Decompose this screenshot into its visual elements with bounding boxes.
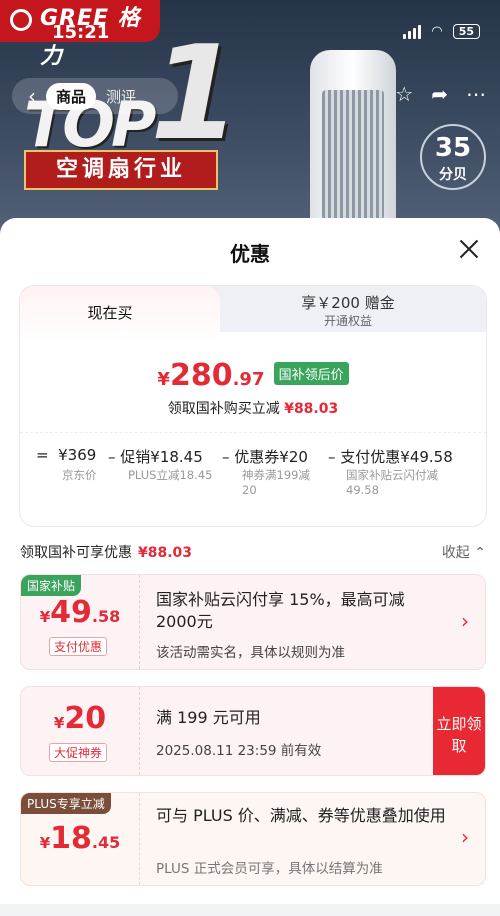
decibel-unit: 分贝 bbox=[439, 167, 467, 183]
final-price-dec: .97 bbox=[232, 369, 265, 390]
section-amount: ¥88.03 bbox=[138, 545, 193, 561]
coupon-card: ¥20 大促神券 满 199 元可用 2025.08.11 23:59 前有效 … bbox=[20, 686, 486, 776]
card-amount-area: 国家补贴 ¥49.58 支付优惠 bbox=[21, 575, 139, 669]
share-icon[interactable]: ➦ bbox=[431, 82, 448, 106]
breakdown-label: 京东价 bbox=[62, 468, 97, 482]
card-amount: ¥20 bbox=[53, 701, 107, 736]
card-title: 可与 PLUS 价、满减、券等优惠叠加使用 bbox=[156, 806, 446, 825]
price-breakdown: = ¥369 京东价 – 促销¥18.45 PLUS立减18.45 – 优惠券¥… bbox=[20, 446, 486, 516]
product-background: GREE 格力 15:21 ◠ 55 TOP 1 空调扇行业 35 分贝 ‹ 商… bbox=[0, 0, 500, 240]
chevron-up-icon: ⌃ bbox=[474, 545, 486, 561]
top-nav: ‹ 商品 测评 bbox=[12, 78, 178, 114]
card-amount-area: ¥20 大促神券 bbox=[21, 687, 139, 775]
breakdown-label: 神券满199减20 bbox=[242, 468, 310, 497]
subsidy-price-tag: 国补领后价 bbox=[273, 362, 349, 385]
brand-mark-icon bbox=[10, 9, 32, 31]
card-desc: PLUS 正式会员可享，具体以结算为准 bbox=[156, 861, 383, 877]
card-title: 国家补贴云闪付享 15%，最高可减 2000元 bbox=[156, 590, 405, 631]
discount-sheet: 优惠 享￥200 赠金 开通权益 现在买 ¥280.97 国补领后价 领取国补购… bbox=[0, 218, 500, 916]
tab-review[interactable]: 测评 bbox=[96, 83, 146, 110]
close-icon[interactable] bbox=[458, 238, 480, 260]
sheet-title: 优惠 bbox=[230, 242, 270, 266]
plus-card[interactable]: PLUS专享立减 ¥18.45 可与 PLUS 价、满减、券等优惠叠加使用 PL… bbox=[20, 792, 486, 886]
plus-benefit-sub: 开通权益 bbox=[323, 314, 372, 328]
breakdown-label: PLUS立减18.45 bbox=[128, 468, 213, 482]
star-icon[interactable]: ☆ bbox=[395, 82, 413, 106]
section-title: 领取国补可享优惠 bbox=[20, 545, 132, 561]
tab-buy-now[interactable]: 现在买 bbox=[20, 286, 220, 342]
final-price-int: 280 bbox=[169, 358, 233, 393]
breakdown-label: 国家补贴云闪付减49.58 bbox=[346, 468, 438, 497]
tab-plus-benefit[interactable]: 享￥200 赠金 开通权益 bbox=[210, 286, 486, 332]
card-desc: 该活动需实名，具体以规则为准 bbox=[156, 645, 345, 661]
final-price-currency: ¥ bbox=[157, 369, 170, 390]
decibel-badge: 35 分贝 bbox=[420, 124, 486, 190]
signal-icon bbox=[403, 24, 422, 39]
nav-actions: ☆ ➦ ⋯ bbox=[395, 82, 486, 106]
subsidy-line: 领取国补购买立减 ¥88.03 bbox=[20, 398, 486, 418]
final-price: ¥280.97 国补领后价 bbox=[20, 358, 486, 393]
chevron-right-icon: › bbox=[461, 825, 469, 849]
card-ribbon: 国家补贴 bbox=[21, 575, 82, 596]
breakdown-item: – 支付优惠¥49.58 bbox=[328, 448, 453, 466]
breakdown-item: – 优惠券¥20 bbox=[222, 448, 308, 466]
plus-benefit-title: 享￥200 赠金 bbox=[301, 294, 395, 312]
back-icon[interactable]: ‹ bbox=[18, 84, 46, 108]
status-icons: ◠ 55 bbox=[403, 24, 480, 39]
card-badge: 大促神券 bbox=[49, 743, 108, 762]
card-detail: 满 199 元可用 2025.08.11 23:59 前有效 bbox=[139, 687, 433, 775]
card-amount: ¥18.45 bbox=[39, 821, 121, 856]
decibel-value: 35 bbox=[434, 133, 472, 163]
bottom-bar bbox=[0, 904, 500, 916]
discount-section-header: 领取国补可享优惠 ¥88.03 收起 ⌃ bbox=[20, 542, 486, 562]
card-desc: 2025.08.11 23:59 前有效 bbox=[156, 743, 322, 759]
card-amount-area: PLUS专享立减 ¥18.45 bbox=[21, 793, 139, 885]
wifi-icon: ◠ bbox=[431, 24, 443, 39]
subsidy-card[interactable]: 国家补贴 ¥49.58 支付优惠 国家补贴云闪付享 15%，最高可减 2000元… bbox=[20, 574, 486, 670]
more-icon[interactable]: ⋯ bbox=[466, 82, 486, 106]
product-grille bbox=[322, 90, 384, 220]
tab-buy-now-label: 现在买 bbox=[87, 304, 133, 322]
collapse-button[interactable]: 收起 ⌃ bbox=[442, 542, 486, 562]
card-ribbon: PLUS专享立减 bbox=[21, 793, 111, 814]
battery-icon: 55 bbox=[452, 24, 480, 39]
subsidy-text: 领取国补购买立减 bbox=[167, 401, 280, 417]
chevron-right-icon: › bbox=[461, 609, 469, 633]
card-badge: 支付优惠 bbox=[49, 637, 108, 656]
price-calculator: 享￥200 赠金 开通权益 现在买 ¥280.97 国补领后价 领取国补购买立减… bbox=[20, 286, 486, 526]
breakdown-item: – 促销¥18.45 bbox=[108, 448, 203, 466]
card-title: 满 199 元可用 bbox=[156, 708, 261, 727]
card-detail: 可与 PLUS 价、满减、券等优惠叠加使用 PLUS 正式会员可享，具体以结算为… bbox=[139, 793, 485, 885]
status-time: 15:21 bbox=[52, 22, 110, 43]
breakdown-item: = ¥369 bbox=[36, 446, 97, 464]
divider bbox=[20, 432, 486, 433]
tab-product[interactable]: 商品 bbox=[46, 82, 97, 110]
subsidy-amount: ¥88.03 bbox=[284, 401, 339, 417]
claim-coupon-button[interactable]: 立即领取 bbox=[433, 687, 485, 775]
industry-banner: 空调扇行业 bbox=[24, 150, 218, 190]
card-amount: ¥49.58 bbox=[39, 595, 121, 630]
card-detail: 国家补贴云闪付享 15%，最高可减 2000元 该活动需实名，具体以规则为准 › bbox=[139, 575, 485, 669]
